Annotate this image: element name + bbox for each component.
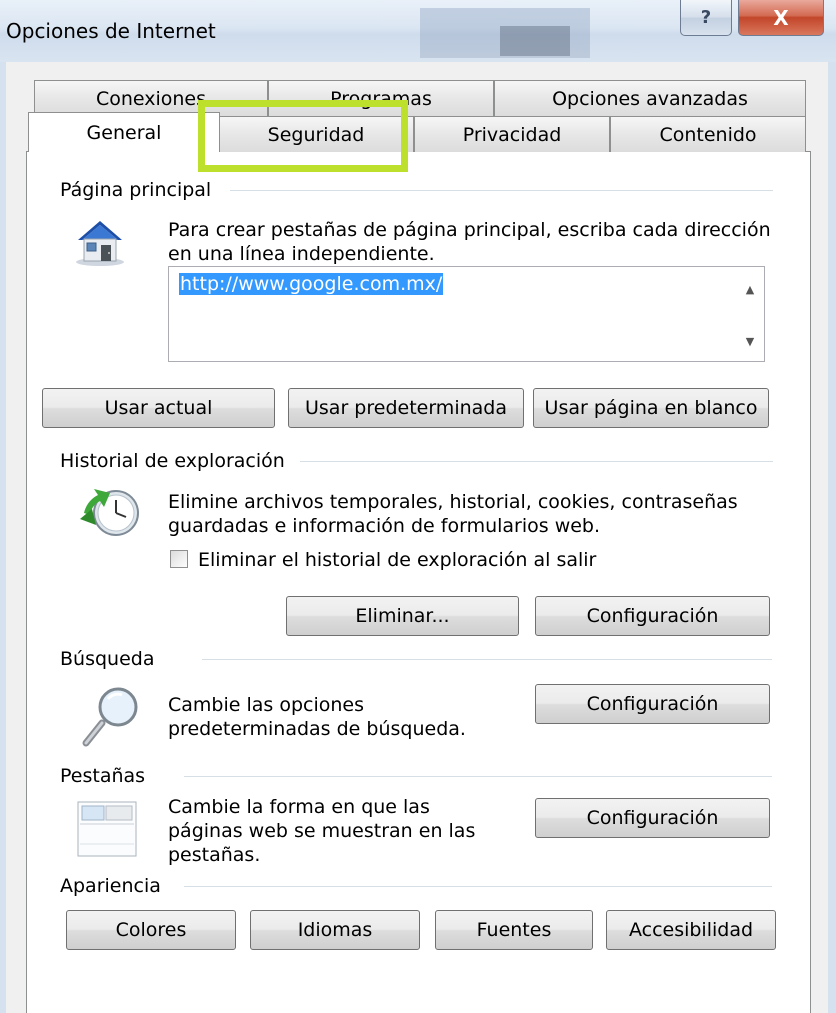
tab-general[interactable]: General [28, 112, 220, 152]
tab-contenido[interactable]: Contenido [610, 116, 806, 152]
title-bar: Opciones de Internet ? X [0, 0, 836, 62]
magnifier-icon [80, 685, 142, 749]
delete-history-button[interactable]: Eliminar... [286, 596, 519, 636]
search-description-line1: Cambie las opciones [168, 694, 365, 716]
button-label: Colores [115, 919, 187, 941]
button-label: Usar actual [104, 397, 213, 419]
button-label: Eliminar... [355, 605, 450, 627]
history-description-line2: guardadas e información de formularios w… [168, 515, 601, 537]
use-blank-button[interactable]: Usar página en blanco [533, 388, 769, 428]
search-description-line2: predeterminadas de búsqueda. [168, 718, 466, 740]
history-settings-button[interactable]: Configuración [535, 596, 770, 636]
button-label: Configuración [586, 807, 719, 829]
textarea-scrollbar[interactable]: ▲ ▼ [736, 267, 764, 361]
help-icon: ? [700, 7, 712, 28]
button-label: Accesibilidad [628, 919, 754, 941]
tab-privacidad[interactable]: Privacidad [414, 116, 610, 152]
delete-history-on-exit-checkbox[interactable] [170, 550, 188, 568]
tab-label: Opciones avanzadas [552, 87, 748, 110]
tab-opciones-avanzadas[interactable]: Opciones avanzadas [494, 80, 806, 116]
tabs-settings-button[interactable]: Configuración [535, 798, 770, 838]
home-page-description-line1: Para crear pestañas de página principal,… [168, 219, 771, 241]
tabs-description-line2: páginas web se muestran en las [168, 820, 476, 842]
tabs-window-icon [76, 800, 140, 858]
languages-button[interactable]: Idiomas [250, 910, 420, 950]
button-label: Configuración [586, 605, 719, 627]
home-page-textarea[interactable]: http://www.google.com.mx/ ▲ ▼ [168, 266, 765, 362]
close-icon: X [773, 5, 789, 30]
group-separator [300, 461, 773, 462]
delete-history-on-exit-label[interactable]: Eliminar el historial de exploración al … [198, 548, 596, 572]
home-page-url-value: http://www.google.com.mx/ [179, 273, 444, 295]
history-description-line1: Elimine archivos temporales, historial, … [168, 491, 738, 513]
appearance-group-label: Apariencia [60, 875, 171, 897]
title-bar-glass-shadow [500, 26, 570, 56]
button-label: Usar predeterminada [305, 397, 507, 419]
tab-label: Conexiones [95, 87, 207, 110]
colors-button[interactable]: Colores [66, 910, 236, 950]
history-group-label: Historial de exploración [60, 450, 295, 472]
button-label: Fuentes [476, 919, 552, 941]
search-group-label: Búsqueda [60, 648, 165, 670]
scroll-down-icon[interactable]: ▼ [736, 329, 764, 353]
tabs-description-line1: Cambie la forma en que las [168, 796, 430, 818]
button-label: Idiomas [297, 919, 373, 941]
tabs-group-label: Pestañas [60, 765, 156, 787]
tabs-description-line3: pestañas. [168, 844, 261, 866]
history-clock-icon [78, 487, 142, 543]
tab-label: General [86, 121, 162, 144]
accessibility-button[interactable]: Accesibilidad [606, 910, 776, 950]
help-button[interactable]: ? [680, 0, 732, 36]
house-icon [72, 215, 128, 267]
home-page-group-label: Página principal [60, 179, 222, 201]
search-settings-button[interactable]: Configuración [535, 684, 770, 724]
group-separator [202, 659, 772, 660]
group-separator [230, 190, 773, 191]
use-current-button[interactable]: Usar actual [42, 388, 275, 428]
group-separator [184, 886, 772, 887]
seguridad-highlight-box [198, 100, 408, 172]
scroll-up-icon[interactable]: ▲ [736, 277, 764, 301]
window-title: Opciones de Internet [6, 19, 216, 43]
tab-label: Privacidad [462, 123, 562, 146]
close-button[interactable]: X [738, 0, 824, 36]
home-page-description-line2: en una línea independiente. [168, 243, 435, 265]
group-separator [184, 776, 772, 777]
button-label: Configuración [586, 693, 719, 715]
use-default-button[interactable]: Usar predeterminada [288, 388, 524, 428]
window-frame-right [828, 62, 836, 1013]
fonts-button[interactable]: Fuentes [435, 910, 593, 950]
button-label: Usar página en blanco [544, 397, 758, 419]
tab-label: Contenido [659, 123, 757, 146]
